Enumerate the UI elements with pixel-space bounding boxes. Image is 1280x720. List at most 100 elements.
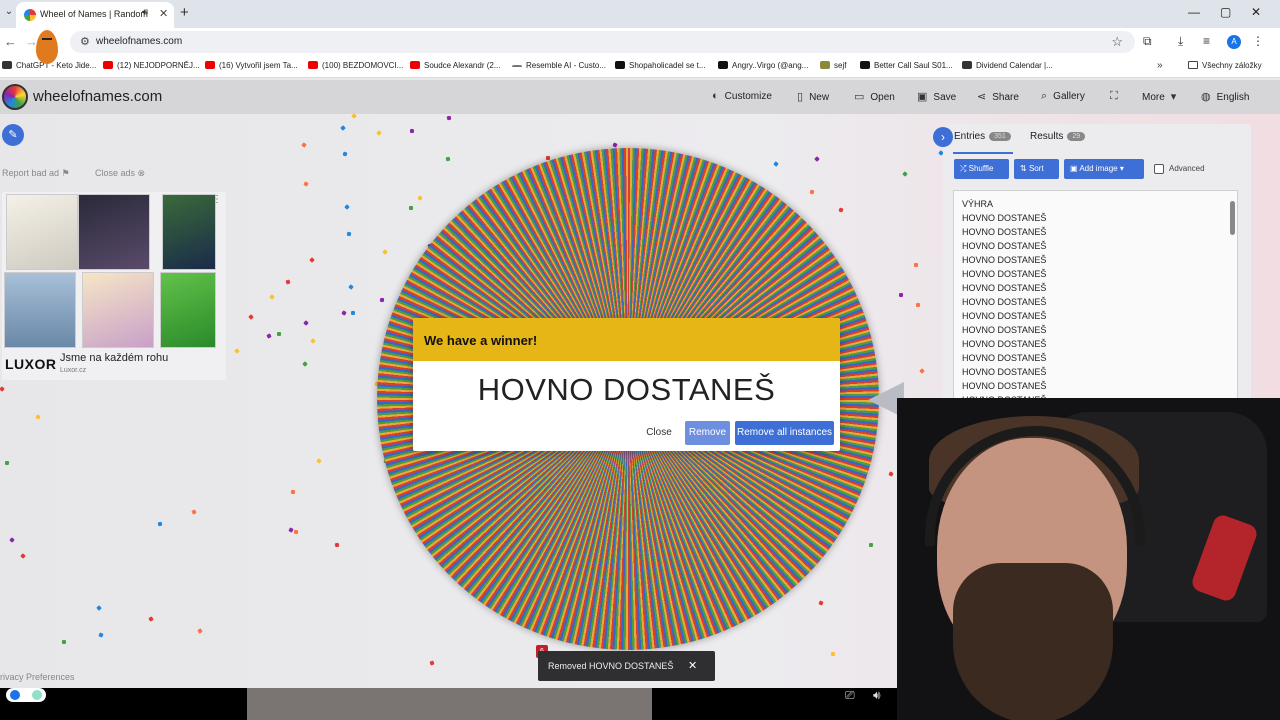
close-ads-label: Close ads (95, 168, 136, 178)
site-header: wheelofnames.com ◐ Customize ▯ New ▭ Open ▣… (0, 80, 1280, 114)
open-button[interactable]: ▭ Open (854, 90, 895, 103)
more-button[interactable]: More ▾ (1142, 90, 1182, 103)
entry-line[interactable]: HOVNO DOSTANEŠ (962, 283, 1046, 293)
entry-line[interactable]: HOVNO DOSTANEŠ (962, 297, 1046, 307)
bookmark-item[interactable]: Soudce Alexandr (2... (410, 61, 501, 70)
entry-line[interactable]: HOVNO DOSTANEŠ (962, 255, 1046, 265)
ad-url[interactable]: Luxor.cz (60, 367, 86, 374)
bookmark-item[interactable]: sejf (820, 61, 846, 70)
ad-title[interactable]: Jsme na každém rohu (60, 352, 168, 364)
entry-line[interactable]: HOVNO DOSTANEŠ (962, 311, 1046, 321)
entry-line[interactable]: HOVNO DOSTANEŠ (962, 269, 1046, 279)
menu-label: Save (933, 92, 957, 103)
advanced-checkbox[interactable] (1154, 164, 1164, 174)
fullscreen-button[interactable]: ⛶ (1110, 90, 1124, 103)
ad-banner[interactable]: ⋮ LUXOR Jsme na každém rohu Luxor.cz (2, 192, 226, 380)
all-bookmarks-folder[interactable]: Všechny záložky (1188, 61, 1262, 70)
confetti-piece (445, 156, 451, 162)
remove-all-instances-button[interactable]: Remove all instances (735, 421, 834, 445)
folder-open-icon: ▭ (854, 91, 865, 103)
edit-pencil-icon[interactable]: ✎ (2, 124, 24, 146)
entry-line[interactable]: HOVNO DOSTANEŠ (962, 213, 1046, 223)
button-label: Sort (1028, 164, 1044, 173)
close-window-icon[interactable]: ✕ (1251, 5, 1261, 19)
browser-tab[interactable]: Wheel of Names | Random 🔊︎ ✕ (16, 2, 174, 28)
bookmark-item[interactable]: Angry..Virgo (@ang... (718, 61, 808, 70)
back-icon[interactable]: ← (4, 34, 17, 49)
confetti-piece (376, 129, 382, 136)
volume-icon[interactable]: 🔊︎ (873, 688, 881, 703)
cast-icon[interactable]: ⎚ (845, 688, 855, 703)
gallery-button[interactable]: ⌕ Gallery (1041, 90, 1085, 103)
bookmark-star-icon[interactable]: ☆ (1111, 34, 1123, 50)
tab-close-icon[interactable]: ✕ (159, 7, 168, 20)
entry-line[interactable]: VÝHRA (962, 199, 993, 209)
confetti-piece (98, 632, 104, 638)
add-image-button[interactable]: ▣ Add image ▾ (1064, 159, 1144, 179)
book-cover-image[interactable] (160, 272, 216, 348)
entry-line[interactable]: HOVNO DOSTANEŠ (962, 367, 1046, 377)
sort-button[interactable]: ⇅ Sort (1014, 159, 1059, 179)
site-logo-text[interactable]: wheelofnames.com (33, 88, 162, 105)
media-control-icon[interactable]: ≡ (1203, 34, 1210, 48)
bookmark-item[interactable]: Dividend Calendar |... (962, 61, 1053, 70)
bookmark-item[interactable]: Shopaholicadel se t... (615, 61, 706, 70)
entry-line[interactable]: HOVNO DOSTANEŠ (962, 353, 1046, 363)
new-tab-icon[interactable]: + (180, 4, 189, 21)
minimize-icon[interactable]: — (1188, 5, 1200, 19)
bookmark-label: ChatGPT - Keto Jide... (16, 61, 97, 70)
extensions-icon[interactable]: ⧉ (1143, 34, 1152, 49)
collapse-panel-icon[interactable]: › (933, 127, 953, 147)
privacy-preferences-link[interactable]: rivacy Preferences (0, 672, 75, 682)
entries-scrollbar[interactable] (1230, 201, 1235, 235)
url-text[interactable]: wheelofnames.com (96, 36, 182, 47)
tab-search-icon[interactable]: ⌄ (2, 6, 16, 20)
new-button[interactable]: ▯ New (797, 90, 829, 103)
book-cover-image[interactable] (82, 272, 154, 348)
save-button[interactable]: ▣ Save (917, 90, 956, 103)
shuffle-button[interactable]: ⤮ Shuffle (954, 159, 1009, 179)
url-field[interactable]: ⚙︎ wheelofnames.com ☆ (70, 31, 1135, 53)
folder-icon (1188, 61, 1198, 69)
report-ad-link[interactable]: Report bad ad ⚑ (2, 168, 70, 179)
bookmark-label: (12) NEJODPORNĚJ... (117, 61, 200, 70)
book-cover-image[interactable] (6, 194, 78, 270)
save-icon: ▣ (917, 91, 928, 103)
palette-icon: ◐ (712, 90, 719, 102)
close-button[interactable]: Close (640, 421, 678, 445)
entry-line[interactable]: HOVNO DOSTANEŠ (962, 325, 1046, 335)
remove-button[interactable]: Remove (685, 421, 730, 445)
wheel-logo-icon[interactable] (2, 84, 28, 110)
ad-brand[interactable]: LUXOR (5, 356, 57, 372)
bookmark-item[interactable]: Better Call Saul S01... (860, 61, 953, 70)
chevron-right-icon[interactable]: » (1157, 60, 1163, 71)
book-cover-image[interactable] (78, 194, 150, 270)
bookmark-label: sejf (834, 61, 847, 70)
book-cover-image[interactable] (4, 272, 76, 348)
browser-menu-icon[interactable]: ⋮ (1252, 34, 1264, 48)
file-icon: ▯ (797, 91, 804, 103)
speaker-icon[interactable]: 🔊︎ (142, 7, 148, 18)
entry-line[interactable]: HOVNO DOSTANEŠ (962, 339, 1046, 349)
bookmark-item[interactable]: (12) NEJODPORNĚJ... (103, 61, 200, 70)
language-button[interactable]: ◍ English (1201, 90, 1249, 103)
entry-line[interactable]: HOVNO DOSTANEŠ (962, 241, 1046, 251)
close-ads-link[interactable]: Close ads ⊗ (95, 168, 145, 179)
tab-results[interactable]: Results 29 (1030, 131, 1086, 142)
site-info-icon[interactable]: ⚙︎ (80, 35, 90, 48)
entry-line[interactable]: HOVNO DOSTANEŠ (962, 381, 1046, 391)
share-button[interactable]: ⋖ Share (977, 90, 1019, 103)
bookmark-item[interactable]: (16) Vytvořil jsem Ta... (205, 61, 298, 70)
customize-button[interactable]: ◐ Customize (712, 90, 772, 102)
book-cover-image[interactable] (162, 194, 216, 270)
confetti-piece (341, 310, 348, 317)
confetti-piece (901, 170, 908, 177)
tab-entries[interactable]: Entries 351 (954, 131, 1011, 142)
maximize-icon[interactable]: ▢ (1220, 5, 1231, 19)
toast-close-icon[interactable]: ✕ (688, 659, 697, 672)
bookmark-item[interactable]: (100) BEZDOMOVCI... (308, 61, 403, 70)
download-icon[interactable]: ⤓ (1178, 34, 1183, 49)
profile-avatar[interactable]: A (1227, 35, 1241, 49)
bookmark-item[interactable]: Resemble AI - Custo... (512, 61, 606, 70)
entry-line[interactable]: HOVNO DOSTANEŠ (962, 227, 1046, 237)
